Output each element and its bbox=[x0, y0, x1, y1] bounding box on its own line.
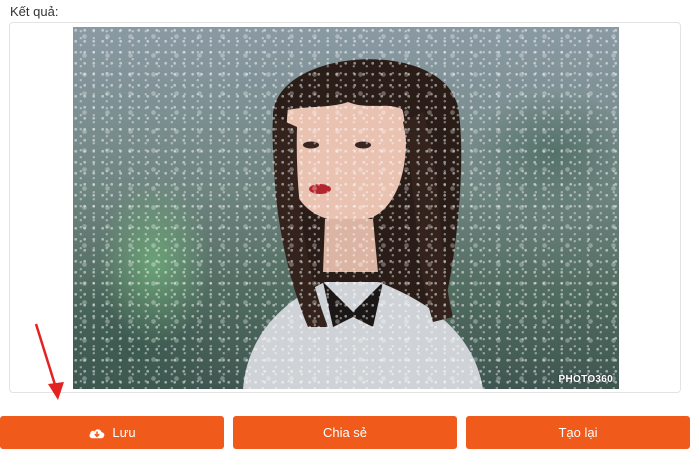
share-button[interactable]: Chia sẻ bbox=[233, 416, 457, 449]
recreate-button[interactable]: Tạo lại bbox=[466, 416, 690, 449]
result-image: PHOTO360 bbox=[73, 27, 619, 389]
photo360-watermark: PHOTO360 bbox=[558, 374, 613, 385]
red-arrow-icon bbox=[34, 323, 64, 400]
raindrop-overlay bbox=[73, 27, 619, 389]
result-label: Kết quả: bbox=[10, 4, 59, 19]
share-button-label: Chia sẻ bbox=[322, 425, 368, 440]
save-button-label: Lưu bbox=[112, 425, 136, 440]
save-button[interactable]: Lưu bbox=[0, 416, 224, 449]
cloud-download-icon bbox=[89, 428, 105, 438]
recreate-button-label: Tạo lại bbox=[558, 425, 598, 440]
